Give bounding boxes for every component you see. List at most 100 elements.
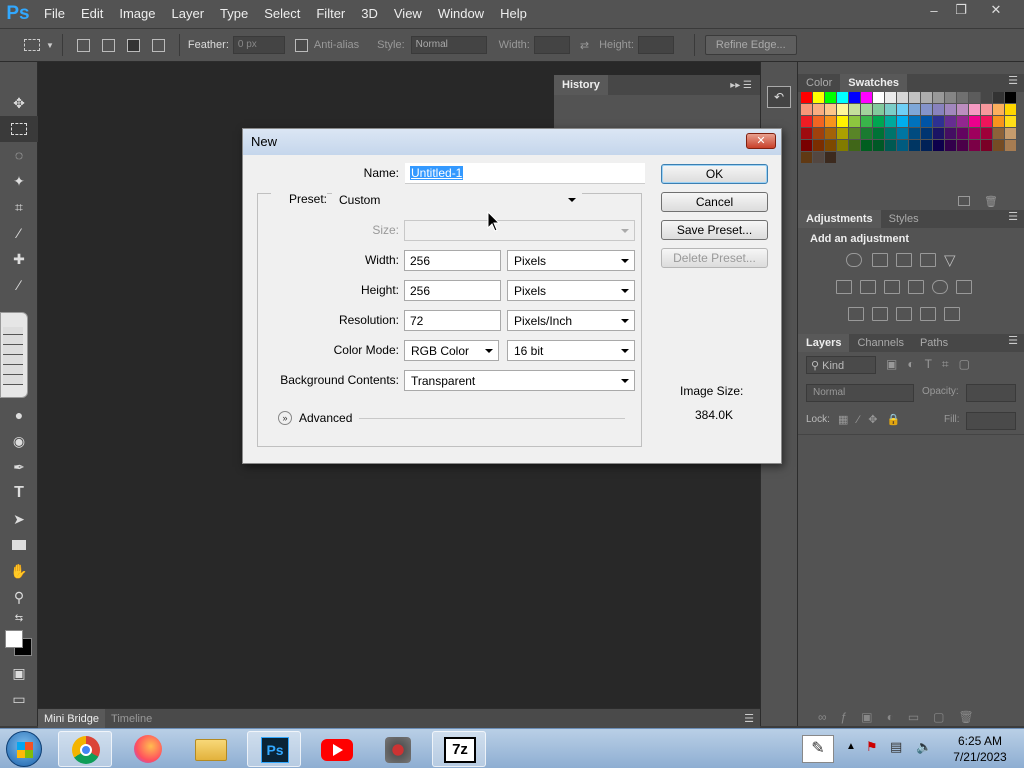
swatch[interactable] [801, 104, 812, 115]
tab-adjustments[interactable]: Adjustments [798, 210, 881, 228]
show-hidden-icons[interactable]: ▲ [846, 741, 856, 752]
exposure-adjustment-icon[interactable] [920, 253, 936, 267]
swatch[interactable] [861, 92, 872, 103]
swatch[interactable] [897, 128, 908, 139]
advanced-label[interactable]: Advanced [299, 411, 352, 425]
menu-window[interactable]: Window [430, 0, 492, 28]
panel-menu-icon[interactable]: ☰ [1008, 210, 1018, 228]
swatch[interactable] [993, 116, 1004, 127]
resolution-unit-select[interactable]: Pixels/Inch [507, 310, 635, 331]
swatch[interactable] [945, 104, 956, 115]
taskbar-app-red[interactable] [371, 731, 425, 767]
swap-icon[interactable]: ⇄ [580, 39, 589, 52]
swatch[interactable] [897, 92, 908, 103]
tab-mini-bridge[interactable]: Mini Bridge [38, 708, 106, 729]
color-mode-select[interactable]: RGB Color [404, 340, 499, 361]
system-clock[interactable]: 6:25 AM 7/21/2023 [940, 733, 1020, 765]
antialias-checkbox[interactable] [294, 38, 308, 52]
swatch[interactable] [885, 128, 896, 139]
tab-timeline[interactable]: Timeline [105, 709, 158, 729]
swatch[interactable] [981, 104, 992, 115]
menu-image[interactable]: Image [111, 0, 163, 28]
swatch[interactable] [921, 92, 932, 103]
swatch[interactable] [933, 116, 944, 127]
swatch[interactable] [801, 116, 812, 127]
blur-tool-icon[interactable]: ● [0, 402, 38, 428]
menu-3d[interactable]: 3D [353, 0, 386, 28]
gradient-map-adjustment-icon[interactable] [920, 307, 936, 321]
curves-adjustment-icon[interactable] [896, 253, 912, 267]
invert-adjustment-icon[interactable] [848, 307, 864, 321]
swatch[interactable] [825, 152, 836, 163]
display-icon[interactable]: ▤ [890, 739, 902, 755]
dialog-close-button[interactable]: ✕ [746, 133, 776, 149]
swatch[interactable] [885, 140, 896, 151]
swatch[interactable] [873, 92, 884, 103]
swatch[interactable] [933, 140, 944, 151]
swatch[interactable] [1005, 116, 1016, 127]
color-lookup-adjustment-icon[interactable] [956, 280, 972, 294]
swatch[interactable] [801, 128, 812, 139]
close-window-button[interactable]: ✕ [980, 0, 1012, 20]
swatch[interactable] [981, 116, 992, 127]
swatch[interactable] [897, 116, 908, 127]
menu-edit[interactable]: Edit [73, 0, 111, 28]
new-selection-icon[interactable] [76, 38, 90, 52]
photo-filter-adjustment-icon[interactable] [908, 280, 924, 294]
marquee-tool-icon[interactable] [0, 116, 38, 142]
save-preset-button[interactable]: Save Preset... [661, 220, 768, 240]
height-input[interactable] [637, 36, 674, 54]
tab-swatches[interactable]: Swatches [840, 74, 908, 92]
swatch[interactable] [921, 140, 932, 151]
menu-type[interactable]: Type [212, 0, 256, 28]
marquee-tool-preset-icon[interactable] [24, 39, 40, 51]
swatch[interactable] [801, 152, 812, 163]
swatch[interactable] [981, 140, 992, 151]
swatch[interactable] [957, 116, 968, 127]
swatch[interactable] [909, 104, 920, 115]
swatch[interactable] [885, 116, 896, 127]
screen-mode-icon[interactable]: ▭ [0, 686, 38, 712]
pattern-flyout[interactable] [0, 312, 28, 398]
brush-tool-icon[interactable]: ∕ [0, 272, 38, 298]
blend-mode-select[interactable]: Normal [806, 384, 914, 402]
tab-channels[interactable]: Channels [849, 334, 911, 352]
swatch[interactable] [825, 116, 836, 127]
subtract-selection-icon[interactable] [126, 38, 140, 52]
swatch[interactable] [825, 92, 836, 103]
swatch[interactable] [801, 92, 812, 103]
restore-button[interactable]: ❐ [945, 0, 977, 20]
shape-tool-icon[interactable] [0, 532, 38, 558]
tab-history[interactable]: History [554, 75, 608, 95]
color-balance-adjustment-icon[interactable] [860, 280, 876, 294]
swatch[interactable] [801, 140, 812, 151]
swatch[interactable] [861, 140, 872, 151]
menu-select[interactable]: Select [256, 0, 308, 28]
name-input[interactable]: Untitled-1 [405, 163, 645, 184]
swatch[interactable] [861, 128, 872, 139]
threshold-adjustment-icon[interactable] [896, 307, 912, 321]
swatch[interactable] [885, 104, 896, 115]
crop-tool-icon[interactable]: ⌗ [0, 194, 38, 220]
swatch[interactable] [837, 92, 848, 103]
swatch[interactable] [933, 128, 944, 139]
opacity-input[interactable] [966, 384, 1016, 402]
swatch[interactable] [849, 116, 860, 127]
ok-button[interactable]: OK [661, 164, 768, 184]
intersect-selection-icon[interactable] [151, 38, 165, 52]
resolution-input[interactable]: 72 [404, 310, 501, 331]
selective-color-adjustment-icon[interactable] [944, 307, 960, 321]
quick-mask-icon[interactable]: ▣ [0, 660, 38, 686]
swatch[interactable] [813, 128, 824, 139]
trash-icon[interactable]: 🗑 [984, 195, 998, 208]
taskbar-chrome[interactable] [58, 731, 112, 767]
magic-wand-tool-icon[interactable]: ✦ [0, 168, 38, 194]
swatch[interactable] [921, 116, 932, 127]
menu-layer[interactable]: Layer [164, 0, 213, 28]
swatch[interactable] [849, 140, 860, 151]
swatch[interactable] [861, 104, 872, 115]
swatch[interactable] [933, 92, 944, 103]
swatch[interactable] [1005, 140, 1016, 151]
vibrance-adjustment-icon[interactable]: ▽ [944, 251, 956, 269]
swatch[interactable] [969, 140, 980, 151]
